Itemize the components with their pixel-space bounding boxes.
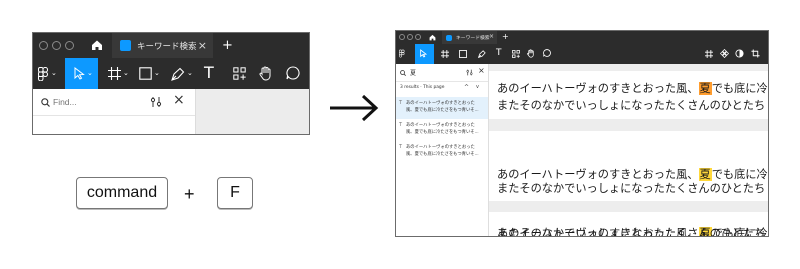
text-frame[interactable]: あのイーハトーヴォのすきとおった風、夏でも底に冷 またそのなかでいっしょになった… <box>489 71 768 119</box>
divider <box>396 81 488 82</box>
window-minimize-control[interactable] <box>52 41 61 50</box>
resources-icon[interactable] <box>512 50 520 58</box>
search-result-item[interactable]: T あのイーハトーヴォのすきとおった 風、夏でも底に冷たさをもつ青いそ... <box>396 97 488 119</box>
tool-bar: ⌄ ⌄ ⌄ ⌄ ⌄ T <box>33 58 309 89</box>
tab-close-icon[interactable]: × <box>198 39 207 52</box>
frame-icon[interactable] <box>441 50 449 58</box>
frame-line: あのイーハトーヴォのすきとおった風、夏でも底に冷 <box>497 168 768 181</box>
resources-icon[interactable] <box>233 67 246 80</box>
result-line: あのイーハトーヴォのすきとおった <box>406 145 475 150</box>
next-result-button[interactable]: v <box>476 84 479 90</box>
tool-bar: T <box>396 44 768 64</box>
layers-panel <box>33 116 195 134</box>
chevron-down-icon[interactable]: ⌄ <box>154 70 160 77</box>
title-bar: キーワード検索 × + <box>396 31 768 44</box>
move-tool-button[interactable] <box>415 44 434 64</box>
chevron-down-icon[interactable]: ⌄ <box>51 70 57 77</box>
new-tab-button[interactable]: + <box>222 39 233 52</box>
frame-line: またそのなかでいっしょになったたくさんのひとたち <box>497 99 766 112</box>
results-scope-dropdown[interactable]: 3 results · This page <box>400 85 444 90</box>
command-key-label: command <box>86 184 158 201</box>
find-close-icon[interactable]: × <box>173 92 185 108</box>
move-tool-button[interactable]: ⌄ <box>65 58 98 89</box>
search-input[interactable]: 夏 <box>410 68 416 77</box>
result-line: 風、夏でも底に冷たさをもつ青いそ... <box>406 130 479 135</box>
contrast-icon[interactable] <box>735 49 744 58</box>
find-options-icon[interactable] <box>150 96 162 108</box>
pen-icon[interactable] <box>171 67 185 81</box>
window-close-control[interactable] <box>399 34 405 40</box>
window-zoom-control[interactable] <box>415 34 421 40</box>
main-menu-icon[interactable] <box>38 67 49 81</box>
frame-icon[interactable] <box>108 67 121 80</box>
right-arrow-icon <box>330 94 379 122</box>
find-options-icon[interactable] <box>466 69 473 76</box>
search-close-icon[interactable]: × <box>478 66 485 75</box>
figma-file-icon <box>446 34 452 41</box>
figma-window-after: キーワード検索 × + T 夏 × 3 results · This page … <box>395 30 769 237</box>
window-zoom-control[interactable] <box>65 41 74 50</box>
text-layer-icon: T <box>399 100 403 106</box>
hand-tool-icon[interactable] <box>527 49 535 58</box>
frame-line: またそのなかでいっしょになったたくさんのひとたち <box>497 182 766 195</box>
text-tool-icon[interactable]: T <box>204 65 214 81</box>
chevron-down-icon[interactable]: ⌄ <box>123 70 129 77</box>
file-tab[interactable]: キーワード検索 × <box>112 33 213 58</box>
text-frame[interactable]: あのイーハトーヴォのすきとおった風、夏でも底に冷 またそのなかでいっしょになった… <box>489 131 768 201</box>
canvas[interactable] <box>195 89 309 134</box>
frame-icon[interactable] <box>705 50 713 58</box>
f-key-label: F <box>230 184 240 201</box>
text-tool-icon[interactable]: T <box>496 49 502 58</box>
hand-tool-icon[interactable] <box>259 66 273 81</box>
search-panel: 夏 × 3 results · This page ^ v T あのイーハトーヴ… <box>396 64 489 236</box>
comment-icon[interactable] <box>286 66 300 80</box>
home-icon[interactable] <box>91 39 103 51</box>
result-line: あのイーハトーヴォのすきとおった <box>406 101 475 106</box>
result-line: あのイーハトーヴォのすきとおった <box>406 123 475 128</box>
chevron-down-icon: ⌄ <box>87 69 93 77</box>
match-highlight: 夏 <box>698 168 712 181</box>
rectangle-icon[interactable] <box>459 50 467 58</box>
text-layer-icon: T <box>399 122 403 128</box>
rectangle-icon[interactable] <box>139 67 152 80</box>
result-line: 風、夏でも底に冷たさをもつ青いそ... <box>406 152 479 157</box>
new-tab-button[interactable]: + <box>502 33 509 41</box>
canvas[interactable]: あのイーハトーヴォのすきとおった風、夏でも底に冷 またそのなかでいっしょになった… <box>489 64 768 236</box>
plus-sign: + <box>184 184 195 204</box>
main-menu-icon[interactable] <box>399 49 405 58</box>
figma-file-icon <box>120 40 131 51</box>
window-minimize-control[interactable] <box>407 34 413 40</box>
home-icon[interactable] <box>429 34 436 41</box>
result-line: 風、夏でも底に冷たさをもつ青いそ... <box>406 108 479 113</box>
cursor-icon <box>420 49 427 58</box>
title-bar: キーワード検索 × + <box>33 33 309 58</box>
text-layer-icon: T <box>399 144 403 150</box>
frame-line: あのイーハトーヴォのすきとおった風、夏でも底に冷 <box>497 82 768 95</box>
file-tab[interactable]: キーワード検索 × <box>442 31 497 44</box>
search-icon <box>400 70 406 76</box>
frame-line: またそのなかでいっしょになったたくさんのひとたち <box>497 227 766 237</box>
tab-close-icon[interactable]: × <box>489 33 494 40</box>
search-result-item[interactable]: T あのイーハトーヴォのすきとおった 風、夏でも底に冷たさをもつ青いそ... <box>396 141 488 163</box>
f-key: F <box>217 177 253 209</box>
comment-icon[interactable] <box>543 49 551 57</box>
search-result-item[interactable]: T あのイーハトーヴォのすきとおった 風、夏でも底に冷たさをもつ青いそ... <box>396 119 488 141</box>
chevron-down-icon[interactable]: ⌄ <box>187 70 193 77</box>
command-key: command <box>76 177 168 209</box>
current-match-highlight: 夏 <box>698 82 712 95</box>
crop-icon[interactable] <box>751 49 760 58</box>
window-close-control[interactable] <box>39 41 48 50</box>
previous-result-button[interactable]: ^ <box>464 84 469 91</box>
find-input[interactable] <box>53 94 131 110</box>
find-bar: × <box>33 89 195 116</box>
file-tab-label: キーワード検索 <box>137 41 197 52</box>
cursor-icon <box>74 67 85 80</box>
figma-window-before: キーワード検索 × + ⌄ ⌄ ⌄ ⌄ ⌄ T Find... × <box>32 32 310 135</box>
file-tab-label: キーワード検索 <box>456 36 490 41</box>
pen-icon[interactable] <box>478 50 486 58</box>
search-icon <box>41 98 50 107</box>
component-icon[interactable] <box>720 49 729 58</box>
